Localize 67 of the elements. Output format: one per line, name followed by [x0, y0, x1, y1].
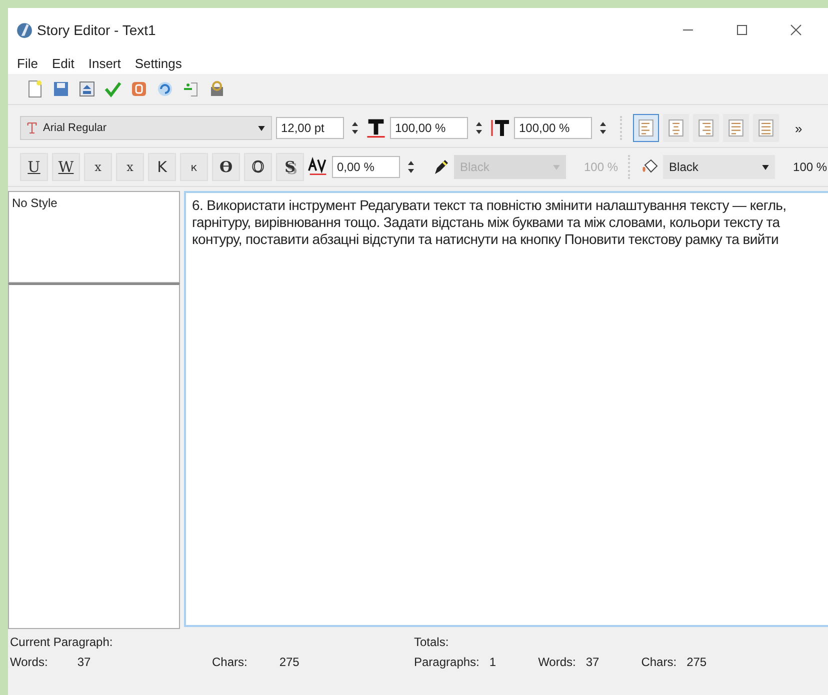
tracking-icon [308, 156, 328, 178]
fill-color-dropdown[interactable]: Black [663, 155, 776, 179]
status-value: 37 [77, 655, 92, 669]
alignment-button[interactable] [723, 114, 749, 142]
checkmark-icon[interactable] [104, 80, 122, 98]
align-center-icon [668, 118, 684, 138]
dropdown-arrow-icon [553, 164, 560, 170]
new-document-icon[interactable] [26, 80, 44, 98]
fill-shade-value: 100 % [793, 160, 828, 174]
spin-icon[interactable] [475, 120, 483, 136]
superscript-button[interactable]: x [116, 153, 144, 181]
menu-item[interactable]: Edit [52, 56, 74, 70]
status-label: Current Paragraph: [10, 635, 114, 649]
justify-icon [728, 118, 744, 138]
menu-item[interactable]: File [17, 56, 38, 70]
font-dropdown[interactable]: Arial Regular [20, 116, 272, 140]
dropdown-arrow-icon [762, 164, 770, 170]
save-icon[interactable] [52, 80, 70, 98]
subscript-button[interactable]: x [84, 153, 112, 181]
alignment-button[interactable] [693, 114, 719, 142]
alignment-button[interactable] [633, 114, 659, 142]
status-label: Totals: [414, 635, 450, 649]
caps-button[interactable]: K [148, 153, 176, 181]
dropdown-arrow-icon [258, 126, 265, 130]
horizontal-scale-icon [366, 117, 386, 139]
pen-icon [432, 158, 450, 176]
app-icon [16, 22, 33, 38]
editor-text: 6. Використати інструмент Редагувати текст та повністю змінити налаштування тексту — кегль, гарнітуру, вирівнювання тощо. Задати відстань між буквами та між словами, кольори тексту та контуру, поставити абзацні відступи та натиснути на кнопку Поновити текстову рамку та вийти [192, 197, 788, 248]
status-value: 37 [586, 655, 600, 669]
underline-button[interactable]: U [20, 153, 48, 181]
status-value: 275 [279, 655, 300, 669]
stop-icon[interactable] [130, 80, 148, 98]
menu-item[interactable]: Settings [134, 56, 182, 70]
alignment-button[interactable] [753, 114, 779, 142]
refresh-icon[interactable] [156, 80, 174, 98]
align-left-icon [638, 118, 654, 138]
stroke-shade-value: 100 % [584, 160, 618, 174]
status-label: Paragraphs: [414, 655, 480, 669]
font-size-field[interactable]: 12,00 pt [276, 117, 344, 139]
alignment-button[interactable] [663, 114, 689, 142]
horizontal-scale-field[interactable]: 100,00 % [390, 117, 468, 139]
close-icon[interactable] [790, 24, 802, 36]
spin-icon[interactable] [599, 120, 607, 136]
font-icon [27, 122, 37, 134]
outline-button[interactable]: O [244, 153, 272, 181]
small-caps-button[interactable]: к [180, 153, 208, 181]
status-label: Chars: [212, 655, 248, 669]
align-right-icon [698, 118, 714, 138]
vertical-scale-field[interactable]: 100,00 % [514, 117, 592, 139]
status-label: Words: [538, 655, 576, 669]
status-label: Chars: [641, 655, 677, 669]
spin-icon[interactable] [407, 159, 415, 175]
text-editor[interactable] [184, 191, 828, 627]
tracking-field[interactable]: 0,00 % [332, 156, 400, 178]
spin-icon[interactable] [351, 120, 359, 136]
vertical-scale-icon [490, 117, 510, 139]
maximize-icon[interactable] [736, 24, 748, 36]
shadow-button[interactable]: S [276, 153, 304, 181]
justify-all-icon [758, 118, 774, 138]
status-value: 1 [489, 655, 496, 669]
strike-button[interactable]: Ө [212, 153, 240, 181]
window-title: Story Editor - Text1 [37, 22, 156, 38]
more-button[interactable]: » [795, 120, 802, 136]
status-value: 275 [686, 655, 707, 669]
underline-words-button[interactable]: W [52, 153, 80, 181]
menu-item[interactable]: Insert [88, 56, 121, 70]
status-label: Words: [10, 655, 49, 669]
